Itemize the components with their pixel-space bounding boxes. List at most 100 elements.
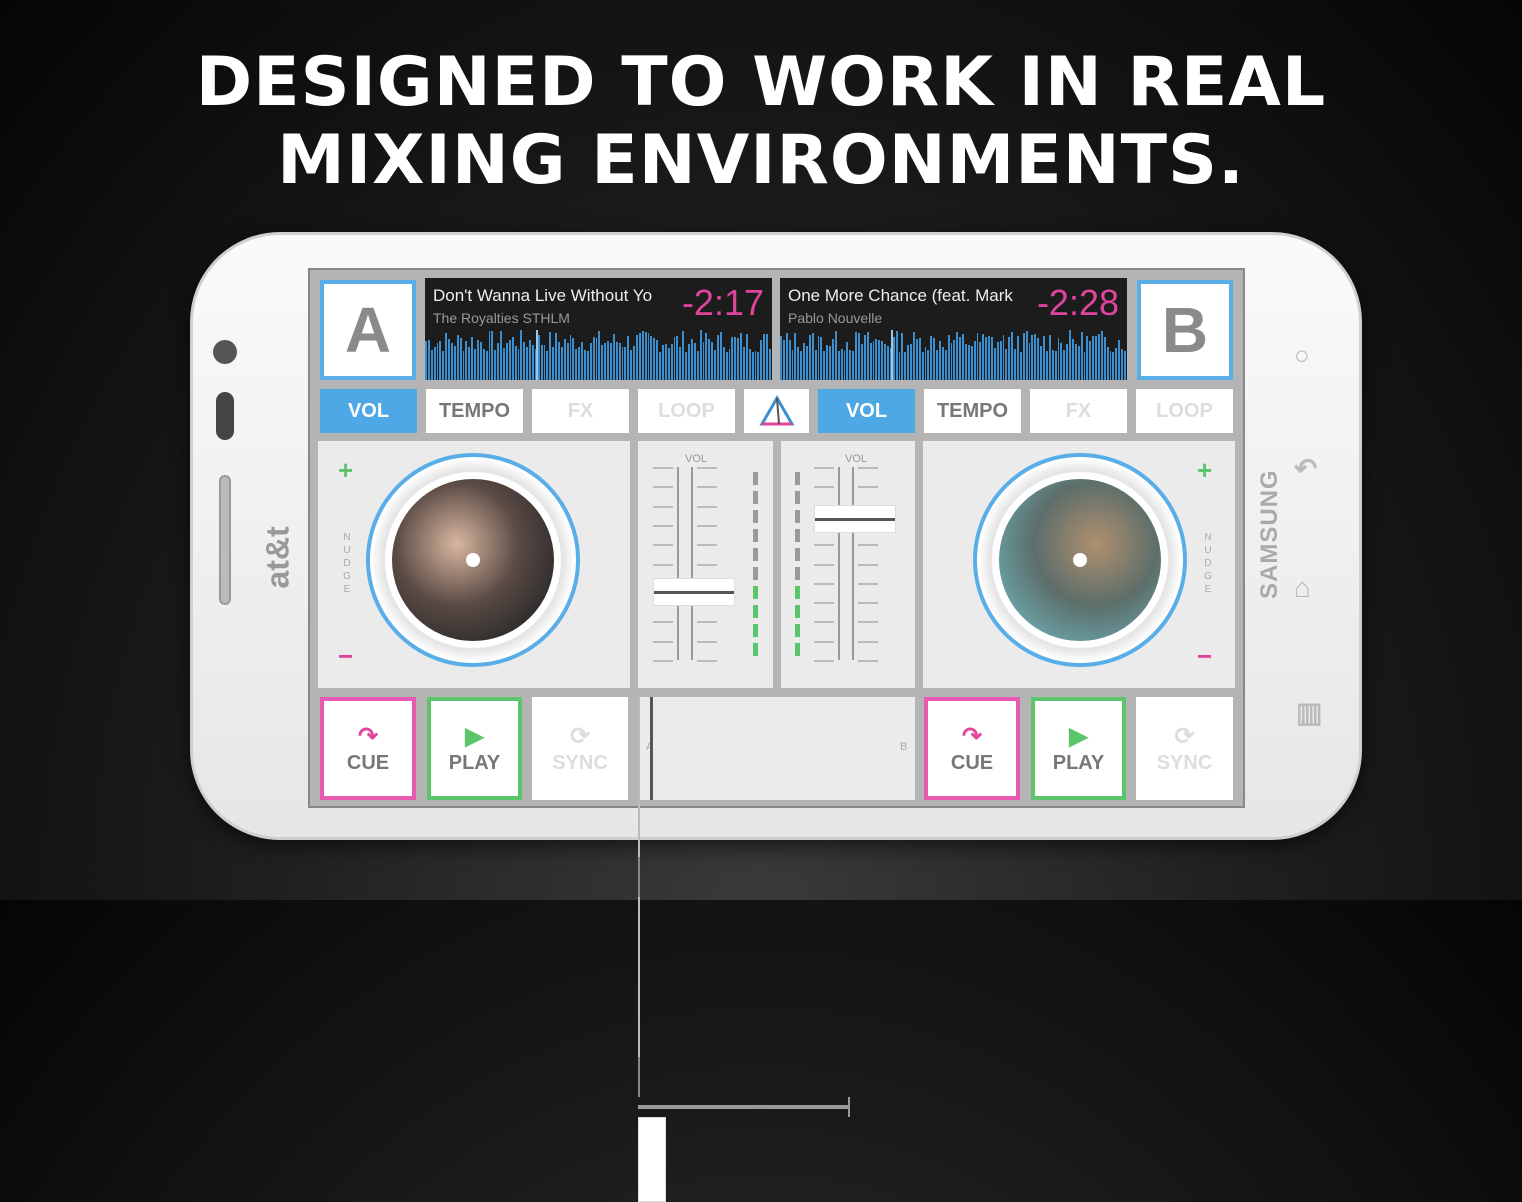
waveform-bar — [904, 351, 907, 380]
fader-tick — [858, 621, 878, 624]
deck-a-volume-fader[interactable]: VOL — [638, 441, 773, 688]
deck-b-nudge-minus[interactable]: − — [1197, 641, 1212, 672]
level-meter-segment — [795, 548, 800, 561]
waveform-bar — [979, 341, 982, 380]
deck-b-play-label: PLAY — [1052, 752, 1105, 774]
waveform-bar — [690, 339, 693, 380]
waveform-bar — [722, 346, 725, 380]
deck-a-play-button[interactable]: ▶ PLAY — [427, 697, 522, 800]
deck-a-tab-loop[interactable]: LOOP — [638, 389, 735, 433]
deck-a-nudge-minus[interactable]: − — [338, 641, 353, 672]
waveform-bar — [976, 332, 979, 380]
deck-b-tab-loop[interactable]: LOOP — [1136, 389, 1233, 433]
waveform-bar — [716, 334, 719, 380]
crossfader-b-label: B — [900, 741, 908, 753]
waveform-bar — [647, 333, 650, 380]
deck-b-play-button[interactable]: ▶ PLAY — [1031, 697, 1126, 800]
level-meter-segment — [795, 605, 800, 618]
deck-a-nudge-label: NUDGE — [343, 532, 351, 595]
deck-a-nudge-plus[interactable]: + — [338, 455, 353, 486]
waveform-bar — [1060, 343, 1063, 380]
waveform-bar — [491, 330, 494, 380]
deck-a-tab-tempo[interactable]: TEMPO — [426, 389, 523, 433]
deck-b-sync-button[interactable]: ⟳ SYNC — [1136, 697, 1233, 800]
search-icon[interactable]: ○ — [1294, 340, 1310, 371]
level-meter-segment — [795, 472, 800, 485]
app-logo-button[interactable] — [744, 389, 809, 433]
deck-a-platter[interactable] — [366, 453, 580, 667]
headline-line-2: MIXING ENVIRONMENTS. — [277, 121, 1245, 200]
crossfader-tick — [638, 877, 640, 897]
deck-b-nudge-plus[interactable]: + — [1197, 455, 1212, 486]
crossfader-tick — [638, 717, 640, 737]
waveform-bar — [488, 331, 491, 380]
waveform-bar — [912, 331, 915, 380]
deck-a-platter-panel: + NUDGE − — [318, 441, 630, 688]
waveform-bar — [1043, 335, 1045, 380]
fader-tick — [858, 544, 878, 547]
level-meter-segment — [753, 491, 758, 504]
waveform-bar — [826, 345, 829, 380]
waveform-bar — [685, 352, 688, 380]
deck-a-sync-button[interactable]: ⟳ SYNC — [532, 697, 628, 800]
deck-a-playhead — [536, 330, 539, 380]
waveform-bar — [612, 333, 615, 380]
waveform-bar — [456, 334, 459, 380]
waveform-bar — [1014, 349, 1017, 380]
level-meter-segment — [795, 586, 800, 599]
back-icon[interactable]: ↶ — [1294, 452, 1317, 485]
waveform-bar — [436, 342, 439, 380]
fader-tick — [814, 602, 834, 605]
deck-b-cue-label: CUE — [950, 752, 994, 774]
waveform-bar — [673, 337, 676, 380]
crossfader[interactable]: A B — [638, 697, 915, 1202]
waveform-bar — [1008, 336, 1011, 380]
deck-b-waveform[interactable]: One More Chance (feat. Mark Pablo Nouvel… — [780, 278, 1127, 380]
brand-logo: SAMSUNG — [1256, 469, 1283, 599]
deck-a-cue-button[interactable]: ↷ CUE — [320, 697, 416, 800]
level-meter-segment — [795, 510, 800, 523]
waveform-bar — [586, 351, 589, 380]
waveform-bar — [918, 337, 921, 380]
menu-icon[interactable]: ▥ — [1296, 696, 1322, 729]
deck-b-tab-vol[interactable]: VOL — [818, 389, 915, 433]
waveform-bar — [766, 333, 768, 380]
deck-b-platter[interactable] — [973, 453, 1187, 667]
fader-tick — [697, 544, 717, 547]
waveform-bar — [500, 331, 503, 380]
deck-a-waveform[interactable]: Don't Wanna Live Without Yo The Royaltie… — [425, 278, 772, 380]
waveform-bar — [624, 347, 627, 380]
home-icon[interactable]: ⌂ — [1294, 572, 1311, 604]
deck-b-cue-button[interactable]: ↷ CUE — [924, 697, 1020, 800]
deck-b-tab-fx[interactable]: FX — [1030, 389, 1127, 433]
carrier-logo: at&t — [259, 526, 296, 589]
waveform-bar — [782, 339, 785, 380]
waveform-bar — [529, 340, 531, 380]
waveform-bar — [1083, 352, 1086, 380]
waveform-bar — [832, 338, 834, 380]
deck-b-tab-tempo[interactable]: TEMPO — [924, 389, 1021, 433]
crossfader-tick — [638, 997, 640, 1017]
waveform-bar — [965, 344, 967, 380]
waveform-bar — [676, 335, 679, 380]
waveform-bar — [659, 351, 662, 380]
waveform-bar — [1118, 340, 1121, 380]
fader-tick — [697, 563, 717, 566]
waveform-bar — [924, 347, 927, 380]
fader-tick — [858, 467, 878, 469]
waveform-bar — [563, 338, 566, 380]
deck-a-tab-vol[interactable]: VOL — [320, 389, 417, 433]
deck-a-tab-fx[interactable]: FX — [532, 389, 629, 433]
waveform-bar — [425, 341, 427, 380]
deck-b-volume-fader[interactable]: VOL — [781, 441, 915, 688]
waveform-bar — [1011, 331, 1014, 380]
waveform-bar — [737, 337, 740, 380]
waveform-bar — [520, 330, 523, 380]
waveform-bar — [667, 347, 670, 380]
waveform-bar — [941, 347, 944, 380]
waveform-bar — [560, 347, 563, 380]
waveform-bar — [433, 347, 436, 380]
fader-tick — [697, 640, 717, 643]
waveform-bar — [581, 342, 583, 380]
waveform-bar — [869, 343, 872, 380]
